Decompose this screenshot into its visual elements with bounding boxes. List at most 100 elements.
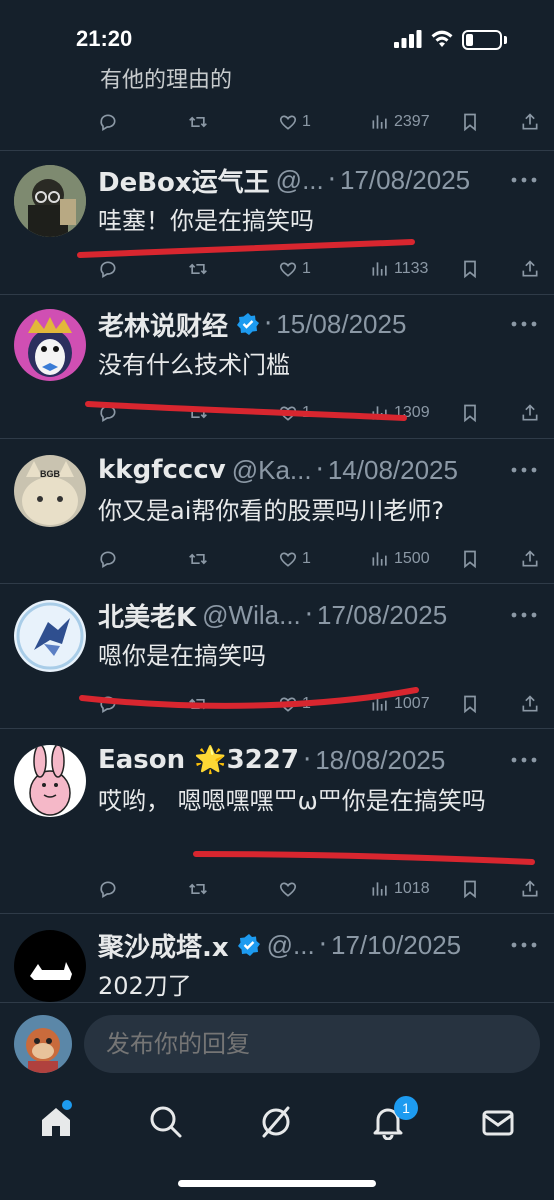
author-handle[interactable]: @Wila... (202, 600, 301, 631)
bottom-navigation: 1 (0, 1086, 554, 1200)
verified-badge-icon (237, 934, 260, 956)
tweet-date[interactable]: 18/08/2025 (315, 745, 445, 776)
tweet-header: Eason 🌟3227 · 18/08/2025 (98, 743, 445, 777)
share-button[interactable] (520, 257, 544, 281)
user-avatar[interactable] (14, 1015, 72, 1073)
bookmark-button[interactable] (460, 257, 484, 281)
avatar[interactable] (14, 165, 86, 237)
views-button[interactable]: 1500 (370, 547, 430, 571)
views-button[interactable]: 1018 (370, 877, 430, 901)
share-button[interactable] (520, 401, 544, 425)
tweet[interactable]: BGB kkgfcccv @Ka... · 14/08/2025 你又是ai帮你… (0, 438, 554, 584)
author-handle[interactable]: @... (267, 930, 315, 961)
reply-composer (0, 1002, 554, 1086)
author-name[interactable]: 北美老K (98, 597, 196, 634)
tweet[interactable]: 北美老K @Wila... · 17/08/2025 嗯你是在搞笑吗 1 100… (0, 583, 554, 729)
author-handle[interactable]: @... (276, 165, 324, 196)
tweet-date[interactable]: 15/08/2025 (276, 309, 406, 340)
bookmark-button[interactable] (460, 401, 484, 425)
more-options-icon[interactable] (510, 940, 538, 950)
author-handle[interactable]: @Ka... (232, 455, 312, 486)
share-button[interactable] (520, 692, 544, 716)
like-button[interactable]: 1 (278, 547, 311, 571)
home-indicator[interactable] (178, 1180, 376, 1187)
more-options-icon[interactable] (510, 175, 538, 185)
reply-button[interactable] (98, 401, 122, 425)
separator-dot: · (318, 930, 327, 960)
share-button[interactable] (520, 547, 544, 571)
retweet-button[interactable] (188, 877, 212, 901)
bookmark-button[interactable] (460, 877, 484, 901)
avatar[interactable] (14, 600, 86, 672)
retweet-button[interactable] (188, 692, 212, 716)
tweet[interactable]: 老林说财经 · 15/08/2025 没有什么技术门槛 1 1309 (0, 294, 554, 439)
views-button[interactable]: 2397 (370, 110, 430, 134)
author-name[interactable]: Eason 🌟3227 (98, 745, 299, 775)
like-button[interactable]: 1 (278, 692, 311, 716)
bookmark-button[interactable] (460, 692, 484, 716)
avatar[interactable] (14, 745, 86, 817)
retweet-button[interactable] (188, 401, 212, 425)
views-count: 2397 (394, 113, 430, 130)
views-icon (372, 697, 387, 711)
tweet-date[interactable]: 17/08/2025 (317, 600, 447, 631)
tweet[interactable]: Eason 🌟3227 · 18/08/2025 哎哟， 嗯嗯嘿嘿罒ω罒你是在搞… (0, 728, 554, 914)
more-options-icon[interactable] (510, 755, 538, 765)
reply-button[interactable] (98, 692, 122, 716)
share-button[interactable] (520, 110, 544, 134)
avatar[interactable] (14, 309, 86, 381)
avatar[interactable] (14, 930, 86, 1002)
author-name[interactable]: 聚沙成塔.x (98, 927, 229, 964)
tweet-date[interactable]: 17/08/2025 (340, 165, 470, 196)
messages-envelope-icon[interactable] (480, 1104, 516, 1140)
tweet-actions: 1 1500 (98, 547, 544, 571)
like-button[interactable]: 1 (278, 401, 311, 425)
reply-icon (100, 405, 116, 422)
author-name[interactable]: DeBox运气王 (98, 162, 270, 199)
retweet-button[interactable] (188, 547, 212, 571)
home-unread-dot (62, 1100, 72, 1110)
tweet-date[interactable]: 17/10/2025 (331, 930, 461, 961)
more-options-icon[interactable] (510, 319, 538, 329)
verified-badge-icon (237, 313, 260, 335)
more-options-icon[interactable] (510, 465, 538, 475)
bookmark-button[interactable] (460, 547, 484, 571)
author-name[interactable]: kkgfcccv (98, 455, 226, 485)
avatar[interactable]: BGB (14, 455, 86, 527)
reply-button[interactable] (98, 547, 122, 571)
views-button[interactable]: 1133 (370, 257, 428, 281)
tweet-text: 哎哟， 嗯嗯嘿嘿罒ω罒你是在搞笑吗 (98, 787, 486, 815)
reply-button[interactable] (98, 110, 122, 134)
like-button[interactable]: 1 (278, 257, 311, 281)
cellular-signal-icon (394, 30, 422, 48)
views-button[interactable]: 1007 (370, 692, 430, 716)
tweet-actions: 1 1133 (98, 257, 544, 281)
views-button[interactable]: 1309 (370, 401, 430, 425)
avatar-image (14, 745, 86, 817)
reply-input[interactable] (84, 1015, 540, 1073)
retweet-button[interactable] (188, 110, 212, 134)
reply-icon (100, 881, 116, 898)
tweet[interactable]: 聚沙成塔.x @... · 17/10/2025 202刀了 (0, 913, 554, 1003)
retweet-icon (189, 263, 207, 275)
heart-icon (279, 115, 297, 130)
tweet-date[interactable]: 14/08/2025 (328, 455, 458, 486)
search-icon[interactable] (148, 1104, 184, 1140)
reply-button[interactable] (98, 877, 122, 901)
author-name[interactable]: 老林说财经 (98, 306, 228, 343)
tweet[interactable]: DeBox运气王 @... · 17/08/2025 哇塞！你是在搞笑吗 1 1… (0, 150, 554, 295)
like-button[interactable]: 1 (278, 110, 311, 134)
avatar-image (14, 930, 86, 1002)
partial-tweet-text: 有他的理由的 (100, 68, 233, 93)
share-button[interactable] (520, 877, 544, 901)
reply-button[interactable] (98, 257, 122, 281)
more-options-icon[interactable] (510, 610, 538, 620)
grok-icon[interactable] (258, 1104, 294, 1140)
like-button[interactable] (278, 877, 302, 901)
avatar-label: BGB (40, 469, 61, 479)
bookmark-button[interactable] (460, 110, 484, 134)
retweet-button[interactable] (188, 257, 212, 281)
retweet-icon (189, 553, 207, 565)
views-icon (372, 262, 387, 276)
views-count: 1007 (394, 695, 430, 712)
